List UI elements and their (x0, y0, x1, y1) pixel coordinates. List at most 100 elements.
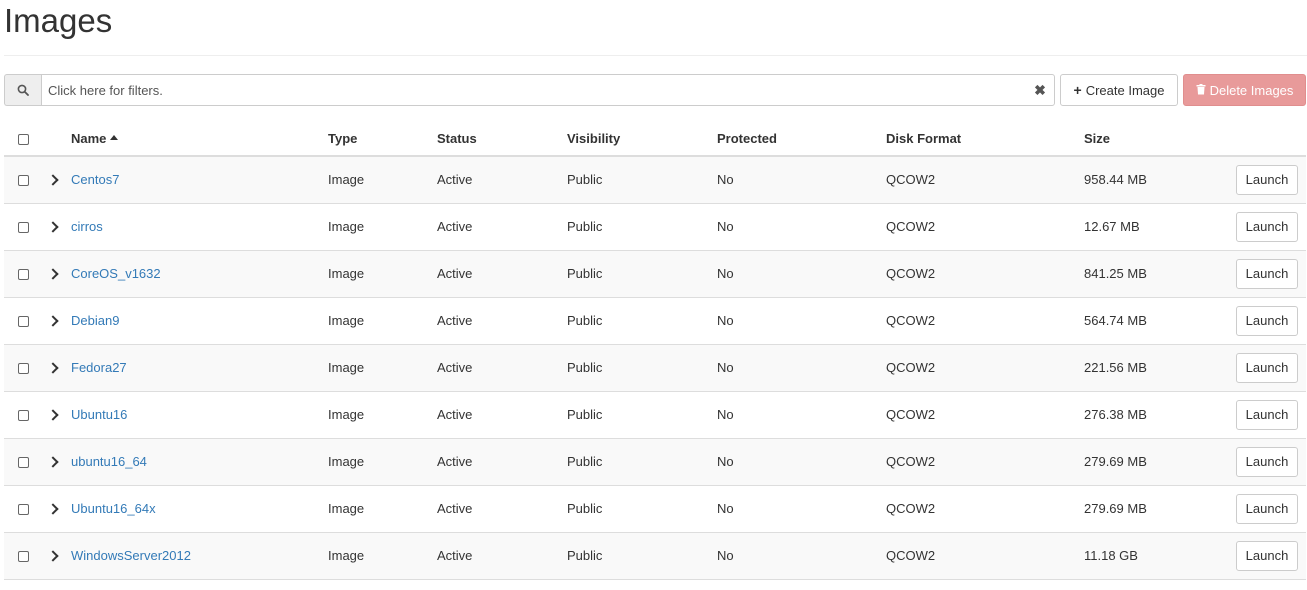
title-divider (4, 55, 1307, 56)
image-disk-format: QCOW2 (886, 391, 1084, 439)
column-header-type[interactable]: Type (328, 121, 437, 157)
image-protected: No (717, 250, 886, 298)
create-image-button[interactable]: + Create Image (1060, 74, 1178, 106)
row-checkbox[interactable] (18, 316, 29, 328)
image-status: Active (437, 297, 567, 345)
launch-button[interactable]: Launch (1236, 540, 1298, 571)
table-row: Fedora27 Image Active Public No QCOW2 22… (4, 344, 1306, 392)
column-header-disk-format[interactable]: Disk Format (886, 121, 1084, 157)
column-header-visibility[interactable]: Visibility (567, 121, 717, 157)
image-name-link[interactable]: ubuntu16_64 (71, 454, 147, 469)
launch-button[interactable]: Launch (1236, 164, 1298, 195)
delete-images-button[interactable]: Delete Images (1183, 74, 1306, 106)
chevron-right-icon[interactable] (47, 409, 59, 421)
image-name-link[interactable]: CoreOS_v1632 (71, 266, 161, 281)
table-row: Ubuntu16_64x Image Active Public No QCOW… (4, 485, 1306, 533)
row-checkbox[interactable] (18, 410, 29, 422)
chevron-right-icon[interactable] (47, 315, 59, 327)
launch-button[interactable]: Launch (1236, 211, 1298, 242)
image-disk-format: QCOW2 (886, 532, 1084, 580)
image-status: Active (437, 344, 567, 392)
image-status: Active (437, 156, 567, 204)
image-status: Active (437, 391, 567, 439)
row-checkbox[interactable] (18, 551, 29, 563)
table-header-row: Name Type Status Visibility Protected Di… (4, 121, 1306, 157)
image-name-link[interactable]: Fedora27 (71, 360, 127, 375)
image-protected: No (717, 156, 886, 204)
chevron-right-icon[interactable] (47, 362, 59, 374)
image-size: 279.69 MB (1084, 485, 1224, 533)
row-checkbox[interactable] (18, 175, 29, 187)
launch-button[interactable]: Launch (1236, 258, 1298, 289)
image-status: Active (437, 532, 567, 580)
image-protected: No (717, 485, 886, 533)
image-visibility: Public (567, 532, 717, 580)
column-header-status[interactable]: Status (437, 121, 567, 157)
image-name-link[interactable]: Ubuntu16_64x (71, 501, 156, 516)
image-status: Active (437, 438, 567, 486)
image-protected: No (717, 297, 886, 345)
image-name-link[interactable]: WindowsServer2012 (71, 548, 191, 563)
delete-images-label: Delete Images (1209, 82, 1294, 98)
launch-button[interactable]: Launch (1236, 493, 1298, 524)
trash-icon (1196, 83, 1206, 98)
column-header-name[interactable]: Name (71, 121, 328, 157)
filter-input[interactable] (41, 74, 1055, 106)
image-size: 279.69 MB (1084, 438, 1224, 486)
launch-button[interactable]: Launch (1236, 399, 1298, 430)
chevron-right-icon[interactable] (47, 503, 59, 515)
image-status: Active (437, 203, 567, 251)
table-row: cirros Image Active Public No QCOW2 12.6… (4, 203, 1306, 251)
image-type: Image (328, 438, 437, 486)
image-disk-format: QCOW2 (886, 485, 1084, 533)
launch-button[interactable]: Launch (1236, 352, 1298, 383)
launch-button[interactable]: Launch (1236, 305, 1298, 336)
row-checkbox[interactable] (18, 504, 29, 516)
row-checkbox[interactable] (18, 269, 29, 281)
launch-button[interactable]: Launch (1236, 446, 1298, 477)
image-size: 564.74 MB (1084, 297, 1224, 345)
image-type: Image (328, 250, 437, 298)
image-disk-format: QCOW2 (886, 250, 1084, 298)
image-type: Image (328, 532, 437, 580)
image-size: 276.38 MB (1084, 391, 1224, 439)
chevron-right-icon[interactable] (47, 174, 59, 186)
select-all-checkbox[interactable] (18, 133, 29, 145)
plus-icon: + (1073, 82, 1082, 98)
column-header-size[interactable]: Size (1084, 121, 1224, 157)
image-name-link[interactable]: Debian9 (71, 313, 119, 328)
image-size: 958.44 MB (1084, 156, 1224, 204)
image-type: Image (328, 203, 437, 251)
row-checkbox[interactable] (18, 363, 29, 375)
image-disk-format: QCOW2 (886, 297, 1084, 345)
image-name-link[interactable]: Ubuntu16 (71, 407, 127, 422)
image-visibility: Public (567, 391, 717, 439)
image-visibility: Public (567, 250, 717, 298)
image-type: Image (328, 297, 437, 345)
image-name-link[interactable]: cirros (71, 219, 103, 234)
row-checkbox[interactable] (18, 222, 29, 234)
image-size: 221.56 MB (1084, 344, 1224, 392)
row-checkbox[interactable] (18, 457, 29, 469)
image-protected: No (717, 203, 886, 251)
image-type: Image (328, 391, 437, 439)
images-table: Name Type Status Visibility Protected Di… (4, 121, 1306, 580)
table-row: CoreOS_v1632 Image Active Public No QCOW… (4, 250, 1306, 298)
image-name-link[interactable]: Centos7 (71, 172, 119, 187)
search-icon[interactable] (4, 74, 41, 106)
image-protected: No (717, 344, 886, 392)
chevron-right-icon[interactable] (47, 221, 59, 233)
image-type: Image (328, 156, 437, 204)
expand-header (44, 121, 71, 157)
chevron-right-icon[interactable] (47, 550, 59, 562)
column-header-protected[interactable]: Protected (717, 121, 886, 157)
image-visibility: Public (567, 203, 717, 251)
image-size: 12.67 MB (1084, 203, 1224, 251)
image-type: Image (328, 485, 437, 533)
table-row: ubuntu16_64 Image Active Public No QCOW2… (4, 438, 1306, 486)
select-all-cell (4, 121, 44, 157)
image-visibility: Public (567, 344, 717, 392)
close-icon[interactable]: ✖ (1033, 82, 1047, 98)
chevron-right-icon[interactable] (47, 456, 59, 468)
chevron-right-icon[interactable] (47, 268, 59, 280)
